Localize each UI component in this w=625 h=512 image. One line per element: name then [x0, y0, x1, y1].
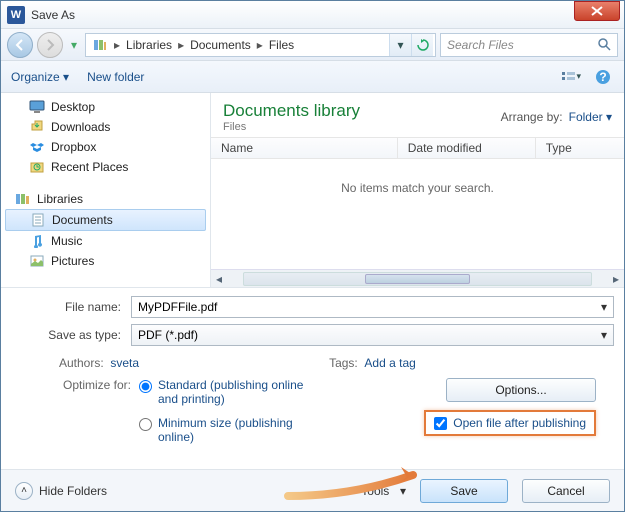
horizontal-scrollbar[interactable]: ◂ ▸	[211, 269, 624, 287]
savetype-label: Save as type:	[11, 328, 131, 342]
col-date[interactable]: Date modified	[398, 138, 536, 158]
breadcrumb-files[interactable]: Files	[265, 38, 298, 52]
form-area: File name: ▾ Save as type: PDF (*.pdf) ▾…	[1, 287, 624, 448]
downloads-icon	[29, 119, 45, 135]
empty-message: No items match your search.	[211, 159, 624, 269]
cancel-button[interactable]: Cancel	[522, 479, 610, 503]
options-button[interactable]: Options...	[446, 378, 596, 402]
tags-label: Tags:	[329, 356, 358, 370]
music-icon	[29, 233, 45, 249]
new-folder-button[interactable]: New folder	[87, 70, 144, 84]
arrange-label: Arrange by:	[501, 110, 563, 124]
refresh-button[interactable]	[411, 34, 433, 56]
save-button[interactable]: Save	[420, 479, 508, 503]
breadcrumb-arrow[interactable]: ▸	[255, 38, 265, 52]
view-icon	[561, 70, 576, 84]
forward-button[interactable]	[37, 32, 63, 58]
tree-documents[interactable]: Documents	[5, 209, 206, 231]
libraries-icon	[15, 191, 31, 207]
refresh-icon	[417, 39, 429, 51]
filename-dropdown-icon[interactable]: ▾	[601, 300, 607, 314]
breadcrumb-arrow[interactable]: ▸	[176, 38, 186, 52]
savetype-dropdown-icon[interactable]: ▾	[601, 328, 607, 342]
desktop-icon	[29, 99, 45, 115]
pictures-icon	[29, 253, 45, 269]
optimize-label: Optimize for:	[59, 378, 131, 444]
filename-field[interactable]	[138, 300, 601, 314]
search-icon	[598, 38, 611, 51]
libraries-icon	[92, 37, 108, 53]
filename-label: File name:	[11, 300, 131, 314]
close-button[interactable]	[574, 1, 620, 21]
view-mode-button[interactable]: ▾	[560, 66, 582, 88]
radio-standard[interactable]: Standard (publishing online and printing…	[139, 378, 308, 406]
breadcrumb-libraries[interactable]: Libraries	[122, 38, 176, 52]
save-as-dialog: W Save As ▾ ▸ Libraries ▸ Documents ▸ Fi…	[0, 0, 625, 512]
help-button[interactable]: ?	[592, 66, 614, 88]
window-title: Save As	[31, 8, 75, 22]
breadcrumb-arrow[interactable]: ▸	[112, 38, 122, 52]
tree-dropbox[interactable]: Dropbox	[1, 137, 210, 157]
search-input[interactable]: Search Files	[440, 33, 618, 57]
authors-label: Authors:	[59, 356, 104, 370]
tree-desktop[interactable]: Desktop	[1, 97, 210, 117]
col-name[interactable]: Name	[211, 138, 398, 158]
authors-value[interactable]: sveta	[110, 356, 139, 370]
recent-icon	[29, 159, 45, 175]
tools-menu[interactable]: Tools ▾	[361, 484, 406, 498]
nav-tree: Desktop Downloads Dropbox Recent Places …	[1, 93, 211, 287]
open-after-label: Open file after publishing	[453, 416, 586, 430]
scroll-right-icon[interactable]: ▸	[608, 272, 624, 286]
bottom-bar: ˄ Hide Folders Tools ▾ Save Cancel	[1, 469, 624, 511]
tags-value[interactable]: Add a tag	[364, 356, 415, 370]
titlebar: W Save As	[1, 1, 624, 29]
main-pane: Documents library Files Arrange by: Fold…	[211, 93, 624, 287]
close-icon	[591, 6, 603, 16]
savetype-dropdown[interactable]: PDF (*.pdf) ▾	[131, 324, 614, 346]
library-heading: Documents library	[223, 101, 360, 121]
address-dropdown[interactable]: ▾	[389, 34, 411, 56]
address-bar[interactable]: ▸ Libraries ▸ Documents ▸ Files ▾	[85, 33, 436, 57]
history-dropdown[interactable]: ▾	[67, 32, 81, 58]
scroll-thumb[interactable]	[365, 274, 469, 284]
explorer-body: Desktop Downloads Dropbox Recent Places …	[1, 93, 624, 287]
hide-folders-button[interactable]: ˄ Hide Folders	[15, 482, 107, 500]
organize-menu[interactable]: Organize ▾	[11, 70, 69, 84]
document-icon	[30, 212, 46, 228]
tree-libraries[interactable]: Libraries	[1, 189, 210, 209]
dropbox-icon	[29, 139, 45, 155]
savetype-value: PDF (*.pdf)	[138, 328, 198, 342]
library-header: Documents library Files Arrange by: Fold…	[211, 93, 624, 137]
arrow-left-icon	[14, 39, 26, 51]
open-after-input[interactable]	[434, 417, 447, 430]
open-after-checkbox[interactable]: Open file after publishing	[424, 410, 596, 436]
scroll-left-icon[interactable]: ◂	[211, 272, 227, 286]
nav-bar: ▾ ▸ Libraries ▸ Documents ▸ Files ▾ Sear…	[1, 29, 624, 61]
help-icon: ?	[595, 69, 611, 85]
arrange-dropdown[interactable]: Folder ▾	[569, 110, 612, 124]
tree-downloads[interactable]: Downloads	[1, 117, 210, 137]
search-placeholder: Search Files	[447, 38, 514, 52]
chevron-up-icon: ˄	[15, 482, 33, 500]
arrow-right-icon	[44, 39, 56, 51]
tree-music[interactable]: Music	[1, 231, 210, 251]
tree-recent[interactable]: Recent Places	[1, 157, 210, 177]
tree-pictures[interactable]: Pictures	[1, 251, 210, 271]
word-icon: W	[7, 6, 25, 24]
library-subheading: Files	[223, 121, 360, 133]
filename-input[interactable]: ▾	[131, 296, 614, 318]
breadcrumb-documents[interactable]: Documents	[186, 38, 255, 52]
toolbar: Organize ▾ New folder ▾ ?	[1, 61, 624, 93]
back-button[interactable]	[7, 32, 33, 58]
svg-text:?: ?	[599, 70, 606, 84]
column-headers: Name Date modified Type	[211, 137, 624, 159]
radio-minimum[interactable]: Minimum size (publishing online)	[139, 416, 308, 444]
col-type[interactable]: Type	[536, 138, 624, 158]
